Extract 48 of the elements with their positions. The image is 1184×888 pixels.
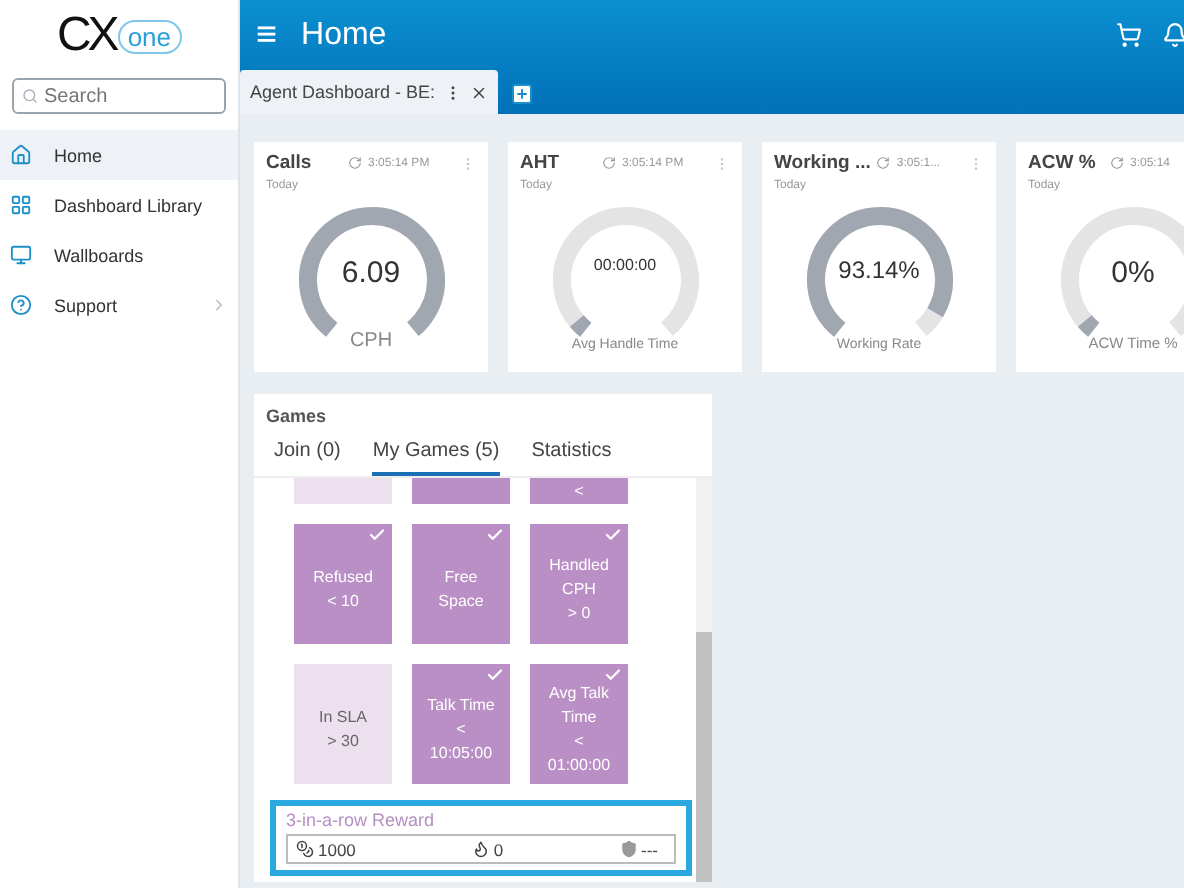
add-tab-icon[interactable] (509, 82, 534, 106)
nav-item[interactable]: Dashboard Library (0, 180, 238, 230)
nav-item[interactable]: Support (0, 280, 238, 330)
cart-icon[interactable] (1116, 22, 1142, 48)
gauge-value: 0% (1109, 256, 1157, 290)
streak-count: 0 (493, 839, 504, 859)
widget-title: Working ... (774, 152, 871, 174)
widget-title: AHT (520, 152, 562, 174)
dashboard-tab[interactable]: Agent Dashboard - BE: (240, 70, 498, 114)
shield-icon (619, 840, 637, 858)
flame-icon (471, 840, 490, 858)
nav-item[interactable]: Wallboards (0, 230, 238, 280)
badge-value: --- (641, 839, 658, 859)
nav-item[interactable]: Home (0, 130, 238, 180)
refresh-icon[interactable] (1110, 156, 1124, 170)
check-icon (486, 526, 504, 544)
scrollbar[interactable] (696, 478, 712, 882)
refresh-icon[interactable] (348, 156, 362, 170)
coin-count: 1000 (318, 839, 356, 859)
check-icon (604, 526, 622, 544)
check-icon (604, 666, 622, 684)
logo: CX one (0, 0, 238, 72)
grid-icon (10, 194, 32, 216)
monitor-icon (10, 244, 32, 266)
page-title: Home (301, 17, 387, 53)
search-input[interactable]: Search (44, 85, 204, 107)
coin-icon (296, 840, 314, 858)
games-tab[interactable]: Join (0) (274, 434, 341, 476)
chevron-icon (210, 296, 228, 314)
refresh-icon[interactable] (876, 156, 891, 170)
help-icon (10, 294, 32, 316)
check-icon (368, 526, 386, 544)
games-tab[interactable]: Statistics (531, 434, 612, 476)
menu-icon[interactable]: ≡ (256, 14, 278, 56)
reward-title: 3-in-a-row Reward (286, 810, 437, 830)
check-icon (486, 666, 504, 684)
home-icon (10, 144, 32, 166)
refresh-icon[interactable] (602, 156, 616, 170)
close-icon[interactable] (469, 83, 488, 101)
gauge-value: 93.14% (836, 256, 922, 284)
widget-title: ACW % (1028, 152, 1098, 174)
bell-icon[interactable] (1162, 22, 1184, 48)
search-icon (22, 88, 38, 104)
gauge-value: 00:00:00 (591, 256, 659, 274)
bingo-tile[interactable]: In SLA > 30 (294, 664, 392, 784)
search-field[interactable]: Search (12, 78, 226, 114)
widget-title: Calls (266, 152, 314, 174)
panel-title: Games (264, 404, 329, 430)
